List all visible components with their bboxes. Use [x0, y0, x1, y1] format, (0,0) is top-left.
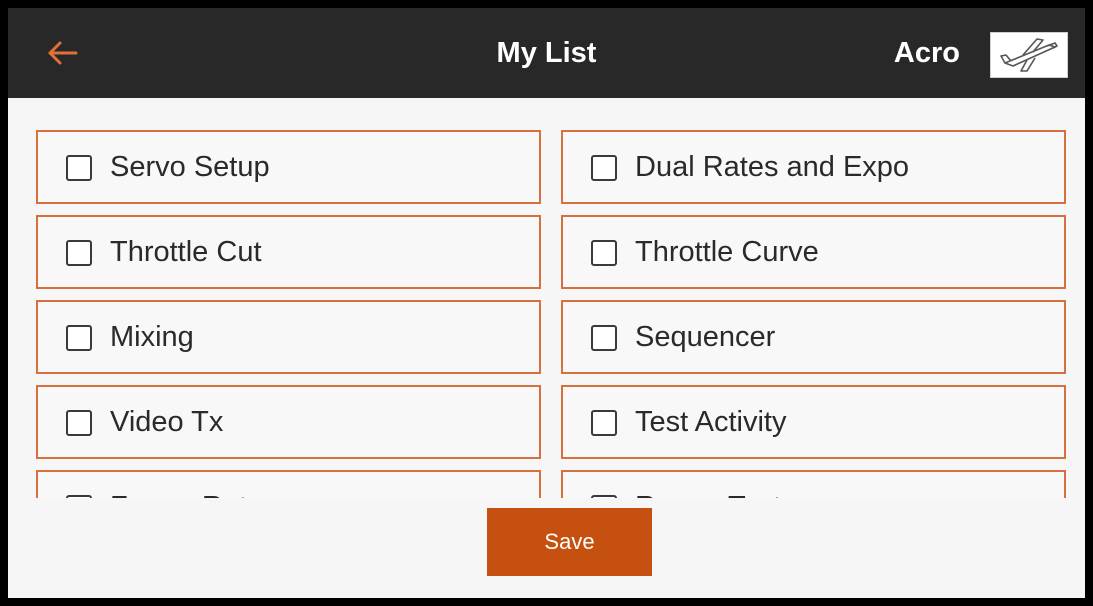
item-label: Range Test [635, 472, 781, 498]
model-name: Acro [893, 37, 960, 69]
list-item[interactable]: Video Tx [36, 385, 541, 459]
header-bar: My List Acro [8, 8, 1085, 98]
checkbox[interactable] [591, 410, 617, 436]
checkbox[interactable] [66, 495, 92, 498]
checkbox[interactable] [66, 410, 92, 436]
item-label: Servo Setup [110, 151, 270, 183]
list-item[interactable]: Sequencer [561, 300, 1066, 374]
list-item[interactable]: Throttle Curve [561, 215, 1066, 289]
checkbox[interactable] [66, 155, 92, 181]
item-label: Throttle Cut [110, 236, 262, 268]
list-item[interactable]: Dual Rates and Expo [561, 130, 1066, 204]
function-list[interactable]: Servo Setup Dual Rates and Expo Throttle… [8, 98, 1085, 498]
airplane-icon [1000, 38, 1058, 72]
item-label: Video Tx [110, 406, 224, 438]
item-label: Mixing [110, 321, 194, 353]
list-item[interactable]: Frame Rate [36, 470, 541, 498]
checkbox[interactable] [66, 325, 92, 351]
list-item[interactable]: Servo Setup [36, 130, 541, 204]
item-label: Test Activity [635, 406, 787, 438]
checkbox[interactable] [591, 240, 617, 266]
list-item[interactable]: Mixing [36, 300, 541, 374]
item-label: Frame Rate [110, 472, 263, 498]
checkbox[interactable] [591, 325, 617, 351]
checkbox[interactable] [591, 495, 617, 498]
item-label: Sequencer [635, 321, 776, 353]
item-label: Throttle Curve [635, 236, 819, 268]
model-image[interactable] [990, 32, 1068, 78]
list-item[interactable]: Throttle Cut [36, 215, 541, 289]
item-label: Dual Rates and Expo [635, 151, 910, 183]
back-button[interactable] [42, 35, 82, 71]
checkbox[interactable] [66, 240, 92, 266]
list-item[interactable]: Range Test [561, 470, 1066, 498]
screen: My List Acro Servo Setup Dual Rates and … [0, 0, 1093, 606]
checkbox[interactable] [591, 155, 617, 181]
arrow-left-icon [48, 41, 78, 65]
save-button[interactable]: Save [487, 508, 652, 576]
list-item[interactable]: Test Activity [561, 385, 1066, 459]
